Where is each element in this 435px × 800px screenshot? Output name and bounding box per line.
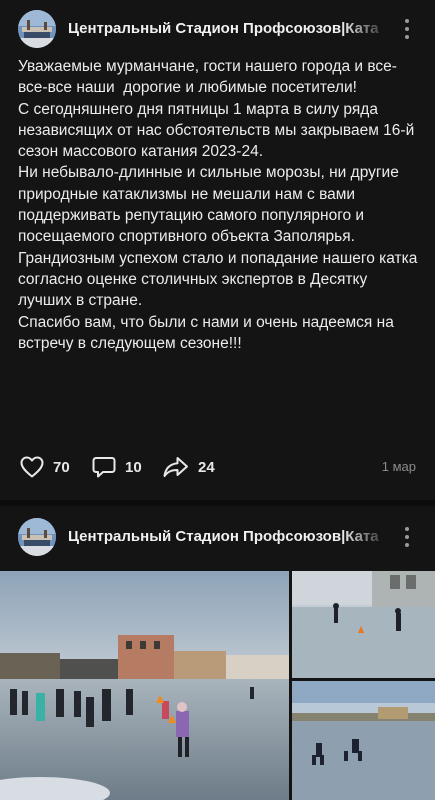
share-icon — [163, 457, 188, 477]
post-header: Центральный Стадион Профсоюзов|Ката — [0, 10, 435, 50]
heart-icon — [20, 456, 44, 478]
post-photo-3[interactable] — [292, 681, 435, 800]
shares-count: 24 — [198, 458, 215, 476]
more-vertical-icon[interactable] — [400, 524, 414, 550]
post-divider — [0, 500, 435, 506]
like-button[interactable]: 70 — [20, 456, 70, 478]
share-button[interactable]: 24 — [163, 456, 215, 478]
post-date: 1 мар — [381, 459, 416, 474]
post-text: Уважаемые мурманчане, гости нашего город… — [18, 58, 418, 352]
comment-icon — [92, 457, 116, 478]
more-vertical-icon[interactable] — [400, 16, 414, 42]
comment-button[interactable]: 10 — [92, 456, 142, 478]
post-photo-main[interactable] — [0, 571, 289, 800]
channel-name[interactable]: Центральный Стадион Профсоюзов|Ката — [68, 528, 390, 545]
likes-count: 70 — [53, 458, 70, 476]
post-photo-2[interactable] — [292, 571, 435, 678]
post-header: Центральный Стадион Профсоюзов|Ката — [0, 518, 435, 558]
channel-avatar[interactable] — [18, 10, 56, 48]
post-actions: 70 10 24 1 мар — [0, 452, 435, 482]
channel-name[interactable]: Центральный Стадион Профсоюзов|Ката — [68, 20, 390, 37]
channel-avatar[interactable] — [18, 518, 56, 556]
comments-count: 10 — [125, 458, 142, 476]
